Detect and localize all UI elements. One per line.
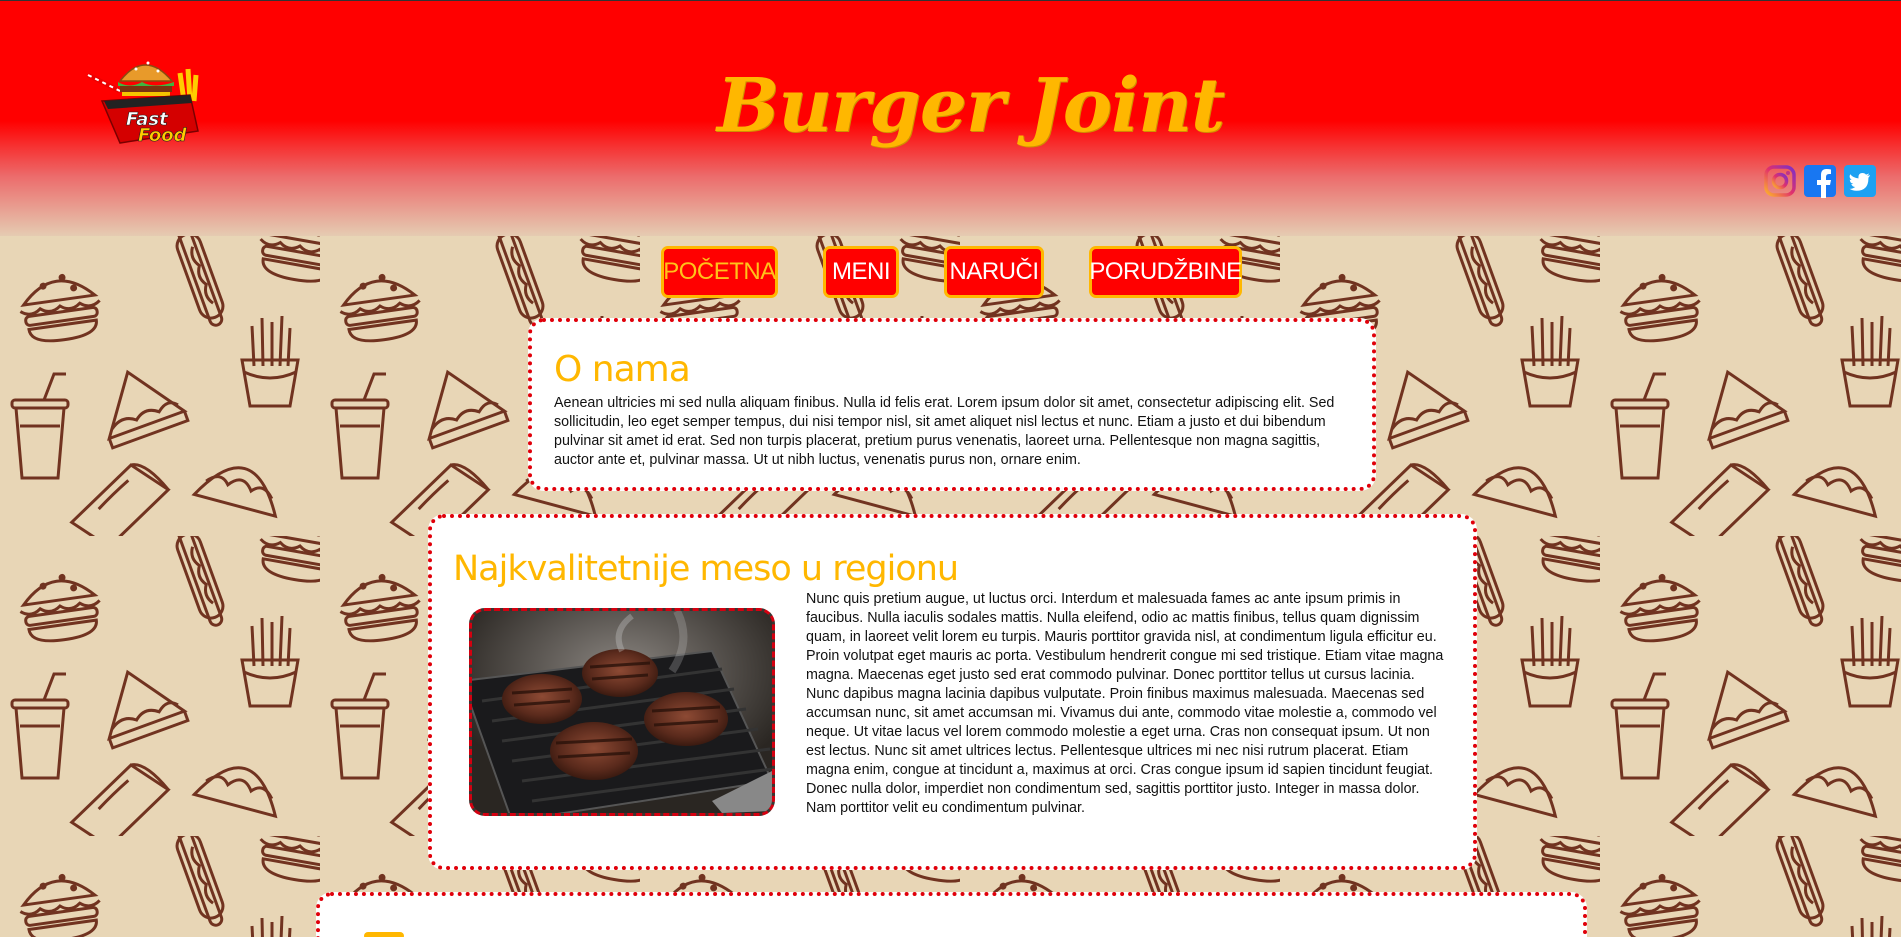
meat-title: Najkvalitetnije meso u regionu [453, 549, 959, 589]
main-nav: POČETNA MENI NARUČI PORUDŽBINE [0, 246, 1901, 298]
grilled-patties-image [469, 608, 775, 816]
facebook-icon[interactable] [1803, 164, 1837, 198]
meat-quality-section: Najkvalitetnije meso u regionu Nunc quis… [428, 514, 1477, 870]
instagram-icon[interactable] [1763, 164, 1797, 198]
twitter-icon[interactable] [1843, 164, 1877, 198]
third-section [316, 892, 1587, 937]
about-text: Aenean ultricies mi sed nulla aliquam fi… [554, 395, 1335, 468]
about-title: O nama [554, 349, 691, 390]
nav-item-pocetna[interactable]: POČETNA [661, 246, 778, 298]
nav-item-porudzbine[interactable]: PORUDŽBINE [1089, 246, 1242, 298]
meat-text: Nunc quis pretium augue, ut luctus orci.… [806, 591, 1444, 816]
nav-item-meni[interactable]: MENI [823, 246, 899, 298]
section-title-partial [364, 932, 404, 937]
about-section: O nama Aenean ultricies mi sed nulla ali… [528, 318, 1376, 491]
site-title: Burger Joint [716, 63, 1225, 149]
social-links [1763, 164, 1877, 198]
site-header: Fast Food Burger Joint [0, 0, 1901, 236]
nav-item-naruci[interactable]: NARUČI [944, 246, 1044, 298]
